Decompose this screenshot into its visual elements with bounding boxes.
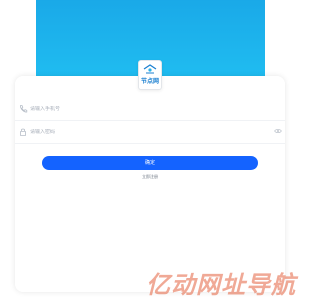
lock-icon bbox=[18, 127, 28, 137]
phone-field bbox=[15, 98, 285, 121]
logo-icon: 节点网 bbox=[141, 64, 159, 85]
phone-icon bbox=[18, 104, 28, 114]
register-link[interactable]: 立即注册 bbox=[0, 174, 300, 180]
password-field bbox=[15, 121, 285, 144]
watermark: 亿动网址导航 bbox=[146, 271, 296, 299]
login-page: 节点网 确定 立即注册 亿动网址导航 bbox=[0, 0, 300, 300]
submit-button[interactable]: 确定 bbox=[42, 156, 258, 170]
logo-text: 节点网 bbox=[141, 77, 159, 85]
app-logo: 节点网 bbox=[138, 60, 162, 90]
eye-icon[interactable] bbox=[274, 127, 282, 135]
password-input[interactable] bbox=[30, 129, 250, 135]
phone-input[interactable] bbox=[30, 106, 250, 112]
